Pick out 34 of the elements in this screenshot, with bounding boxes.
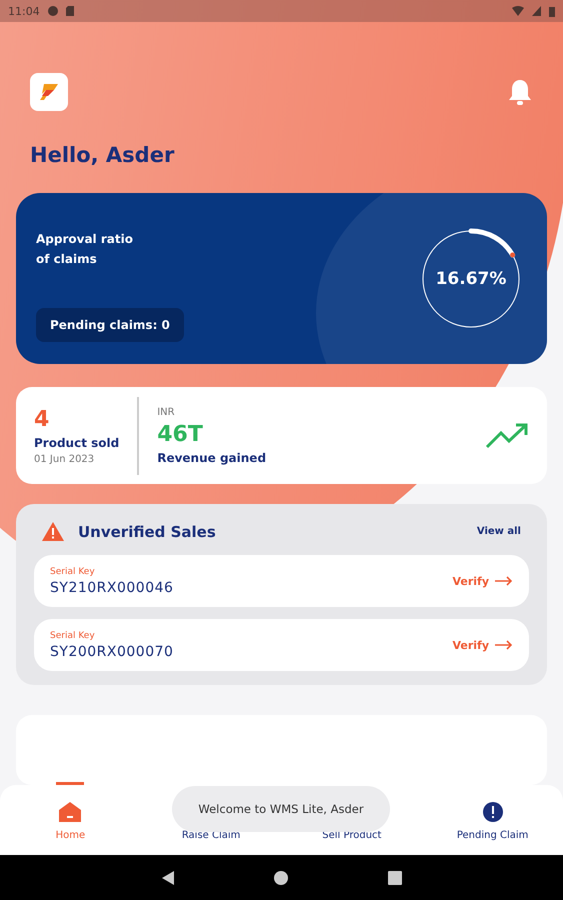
recents-icon[interactable] bbox=[388, 870, 402, 884]
back-icon[interactable] bbox=[162, 870, 174, 884]
revenue-label: Revenue gained bbox=[157, 450, 268, 465]
serial-number: SY210RX000046 bbox=[50, 580, 174, 596]
view-all-link[interactable]: View all bbox=[476, 526, 521, 538]
status-time: 11:04 bbox=[8, 4, 40, 18]
sold-label: Product sold bbox=[34, 436, 120, 450]
circle-status-icon bbox=[48, 6, 58, 16]
approval-title: Approval ratio of claims bbox=[36, 231, 134, 268]
section-title: Unverified Sales bbox=[78, 522, 217, 541]
home-circle-icon[interactable] bbox=[274, 870, 288, 884]
wifi-icon bbox=[512, 6, 524, 16]
exclamation-icon bbox=[482, 802, 503, 822]
bell-icon[interactable] bbox=[507, 78, 533, 106]
serial-label: Serial Key bbox=[50, 566, 96, 577]
greeting: Hello, Asder bbox=[30, 143, 176, 167]
welcome-toast: Welcome to WMS Lite, Asder bbox=[172, 786, 390, 832]
approval-percent: 16.67% bbox=[434, 268, 508, 291]
signal-icon bbox=[532, 6, 541, 16]
app-logo bbox=[30, 73, 68, 111]
warning-icon bbox=[42, 522, 64, 542]
home-icon bbox=[59, 802, 82, 822]
currency-label: INR bbox=[157, 406, 176, 418]
nav-tab[interactable]: Pending Claim bbox=[422, 785, 563, 855]
arrow-right-icon bbox=[495, 640, 513, 650]
serial-number: SY200RX000070 bbox=[50, 644, 174, 660]
sold-count: 4 bbox=[34, 406, 50, 432]
arrow-right-icon bbox=[495, 576, 513, 586]
revenue-value: 46T bbox=[157, 422, 204, 447]
serial-label: Serial Key bbox=[50, 630, 96, 641]
battery-icon bbox=[549, 6, 555, 16]
sold-date: 01 Jun 2023 bbox=[34, 454, 96, 465]
trend-up-icon bbox=[485, 422, 529, 449]
pending-claims-badge: Pending claims: 0 bbox=[36, 308, 184, 342]
